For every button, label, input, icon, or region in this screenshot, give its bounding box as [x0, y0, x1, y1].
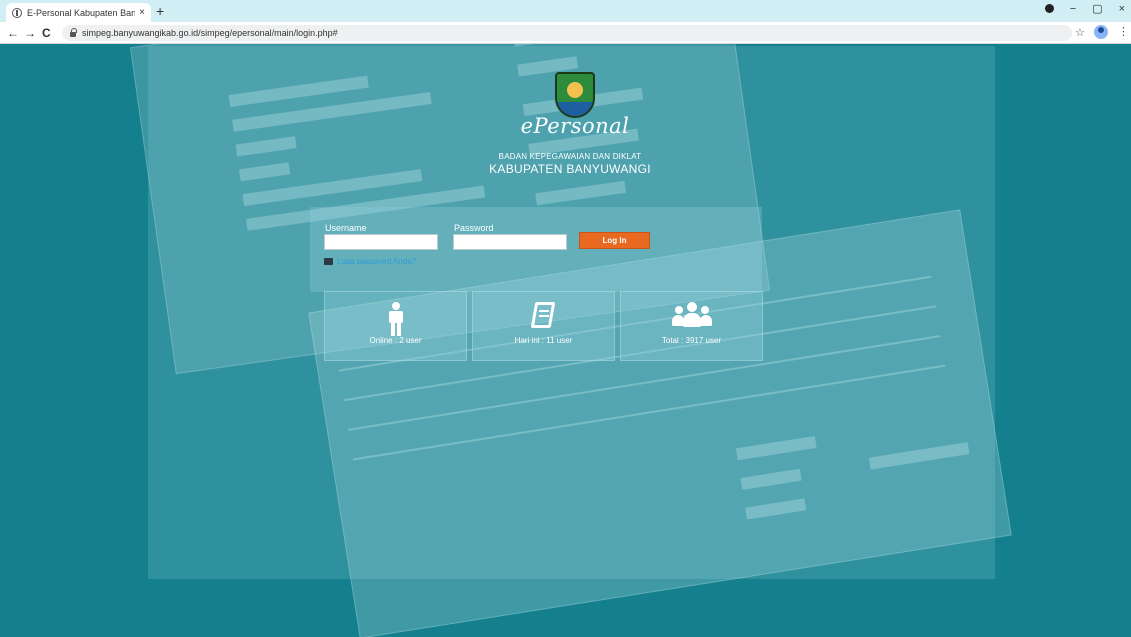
globe-icon: [12, 7, 22, 18]
stat-today-label: Hari ini : 11 user: [514, 336, 573, 345]
stat-total: Total : 3917 user: [620, 291, 763, 361]
lock-icon: [70, 27, 77, 37]
browser-toolbar: ← → C simpeg.banyuwangikab.go.id/simpeg/…: [0, 22, 1131, 44]
reload-button[interactable]: C: [42, 25, 51, 41]
password-input[interactable]: [453, 234, 567, 250]
stat-today: Hari ini : 11 user: [472, 291, 615, 361]
browser-menu-button[interactable]: ⋮: [1118, 25, 1129, 38]
bookmark-star-icon[interactable]: ☆: [1075, 26, 1085, 39]
shield-emblem-icon: [555, 72, 595, 118]
forward-button[interactable]: →: [24, 25, 36, 41]
username-label: Username: [325, 223, 367, 233]
tab-title: E-Personal Kabupaten Banyuwa...: [27, 7, 136, 18]
browser-tab[interactable]: E-Personal Kabupaten Banyuwa... ×: [6, 3, 151, 22]
login-page: ePersonal BADAN KEPEGAWAIAN DAN DIKLAT K…: [0, 44, 1131, 637]
forgot-password-link[interactable]: Lupa password Anda?: [324, 257, 416, 266]
record-icon[interactable]: [1044, 4, 1054, 13]
url-text: simpeg.banyuwangikab.go.id/simpeg/eperso…: [82, 28, 338, 38]
password-label: Password: [454, 223, 494, 233]
forgot-password-text: Lupa password Anda?: [337, 257, 417, 266]
minimize-button[interactable]: −: [1070, 3, 1076, 15]
username-input[interactable]: [324, 234, 438, 250]
regency-name: KABUPATEN BANYUWANGI: [489, 162, 651, 176]
stat-online: Online : 2 user: [324, 291, 467, 361]
login-button[interactable]: Log In: [579, 232, 650, 249]
back-button[interactable]: ←: [7, 25, 19, 41]
key-icon: [324, 258, 333, 265]
close-window-button[interactable]: ×: [1119, 3, 1125, 15]
book-icon: [530, 302, 555, 330]
brand-title: ePersonal: [520, 114, 630, 138]
users-group-icon: [671, 302, 712, 330]
browser-tab-bar: E-Personal Kabupaten Banyuwa... × + − ▢ …: [0, 0, 1131, 22]
new-tab-button[interactable]: +: [156, 3, 164, 19]
person-icon: [387, 302, 405, 336]
stat-online-label: Online : 2 user: [369, 336, 422, 345]
restore-button[interactable]: ▢: [1092, 2, 1102, 15]
agency-name: BADAN KEPEGAWAIAN DAN DIKLAT: [498, 152, 642, 161]
stat-total-label: Total : 3917 user: [661, 336, 722, 345]
address-bar[interactable]: simpeg.banyuwangikab.go.id/simpeg/eperso…: [62, 25, 1072, 41]
profile-avatar[interactable]: [1094, 25, 1108, 39]
window-controls: − ▢ ×: [1044, 2, 1125, 15]
tab-close-button[interactable]: ×: [139, 7, 145, 18]
